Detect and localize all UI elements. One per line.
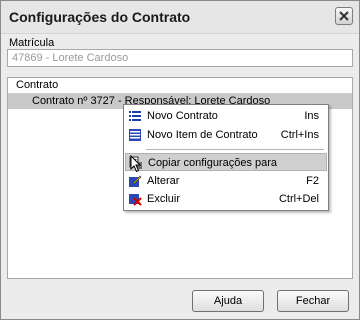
close-button[interactable]: Fechar [277, 290, 349, 312]
list-icon [129, 111, 141, 121]
tree-column-header: Contrato [8, 78, 352, 94]
menu-separator [146, 149, 324, 150]
menu-item-copiar-configuracoes[interactable]: Copiar configurações para [125, 153, 327, 171]
menu-item-excluir[interactable]: Excluir Ctrl+Del [125, 190, 327, 208]
dialog-window: Configurações do Contrato Matrícula 4786… [0, 0, 360, 320]
close-icon [339, 11, 349, 21]
window-title: Configurações do Contrato [9, 9, 191, 25]
menu-item-novo-item[interactable]: Novo Item de Contrato Ctrl+Ins [125, 126, 327, 144]
title-bar: Configurações do Contrato [1, 1, 359, 34]
menu-item-novo-contrato[interactable]: Novo Contrato Ins [125, 107, 327, 125]
edit-icon [129, 175, 142, 187]
help-button[interactable]: Ajuda [192, 290, 264, 312]
mouse-pointer-icon [130, 155, 142, 173]
menu-item-alterar[interactable]: Alterar F2 [125, 172, 327, 190]
tree-header-label: Contrato [16, 79, 59, 91]
delete-icon [129, 194, 142, 206]
matricula-field[interactable]: 47869 - Lorete Cardoso [7, 49, 353, 67]
close-window-button[interactable] [335, 7, 353, 25]
matricula-label: Matrícula [9, 37, 55, 49]
context-menu: Novo Contrato Ins Novo Item de Contrato … [123, 104, 329, 211]
list-add-icon [129, 129, 141, 141]
